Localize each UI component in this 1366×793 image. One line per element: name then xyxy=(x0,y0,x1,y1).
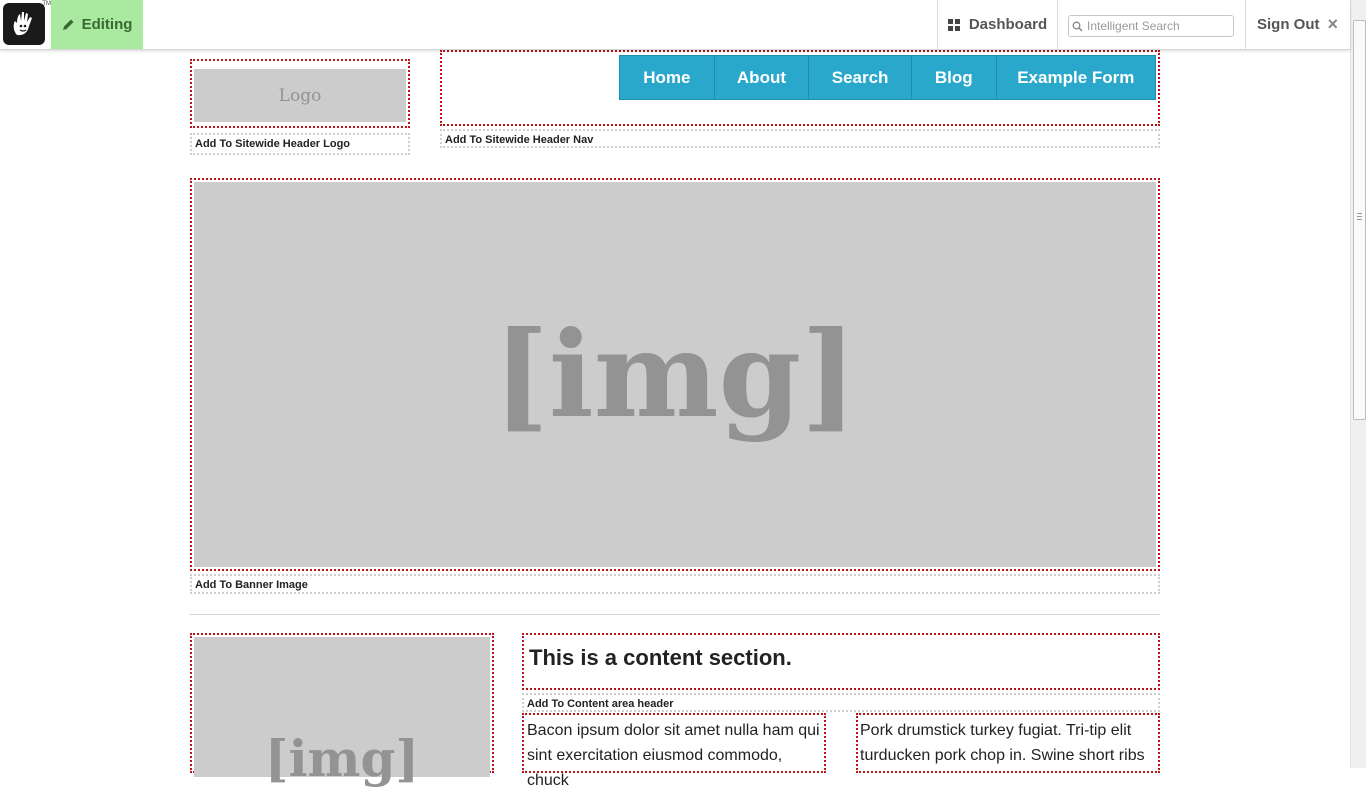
nav-item-search[interactable]: Search xyxy=(809,56,912,99)
banner-image-area[interactable]: [img] xyxy=(190,178,1160,571)
dashboard-label: Dashboard xyxy=(968,16,1048,33)
banner-image-placeholder: [img] xyxy=(194,182,1156,567)
sidebar-image-area[interactable]: [img] xyxy=(190,633,494,788)
add-header-logo-bar[interactable]: Add To Sitewide Header Logo xyxy=(190,133,410,155)
intelligent-search[interactable] xyxy=(1068,15,1234,37)
nav-item-home[interactable]: Home xyxy=(620,56,715,99)
sign-out-label: Sign Out xyxy=(1257,16,1320,33)
sidebar-image-placeholder: [img] xyxy=(194,637,490,788)
edit-toolbar: TM Editing Dashboard Sign Out × xyxy=(0,0,1350,50)
editing-button[interactable]: Editing xyxy=(51,0,143,49)
pencil-icon xyxy=(62,19,74,30)
nav-item-about[interactable]: About xyxy=(715,56,810,99)
scrollbar-thumb[interactable] xyxy=(1353,20,1366,420)
vertical-scrollbar[interactable] xyxy=(1350,0,1366,768)
dashboard-button[interactable]: Dashboard xyxy=(937,0,1058,49)
banner-img-text: [img] xyxy=(493,305,857,444)
editing-label: Editing xyxy=(81,16,133,33)
content-heading: This is a content section. xyxy=(529,645,792,670)
section-divider xyxy=(190,614,1160,615)
logo-placeholder: Logo xyxy=(194,69,406,122)
search-icon xyxy=(1069,21,1085,32)
logo-text: Logo xyxy=(278,85,322,106)
add-banner-image-bar[interactable]: Add To Banner Image xyxy=(190,574,1160,594)
header-logo-area[interactable]: Logo xyxy=(190,59,410,128)
nav-item-example-form[interactable]: Example Form xyxy=(997,56,1155,99)
content-column-left-text: Bacon ipsum dolor sit amet nulla ham qui… xyxy=(527,722,820,789)
grid-icon xyxy=(947,18,960,31)
add-content-header-bar[interactable]: Add To Content area header xyxy=(522,693,1160,712)
nav-item-blog[interactable]: Blog xyxy=(912,56,997,99)
sidebar-img-text: [img] xyxy=(264,729,420,788)
trademark-mark: TM xyxy=(42,1,51,7)
close-icon: × xyxy=(1327,14,1339,34)
scrollbar-grip xyxy=(1357,213,1362,222)
sign-out-button[interactable]: Sign Out × xyxy=(1245,0,1350,49)
content-column-right-text: Pork drumstick turkey fugiat. Tri-tip el… xyxy=(860,722,1145,764)
concrete-logo-button[interactable]: TM xyxy=(3,1,51,45)
add-header-nav-bar[interactable]: Add To Sitewide Header Nav xyxy=(440,129,1160,148)
hand-logo-icon xyxy=(13,12,33,36)
main-nav: Home About Search Blog Example Form xyxy=(619,55,1156,100)
search-input[interactable] xyxy=(1085,19,1229,33)
